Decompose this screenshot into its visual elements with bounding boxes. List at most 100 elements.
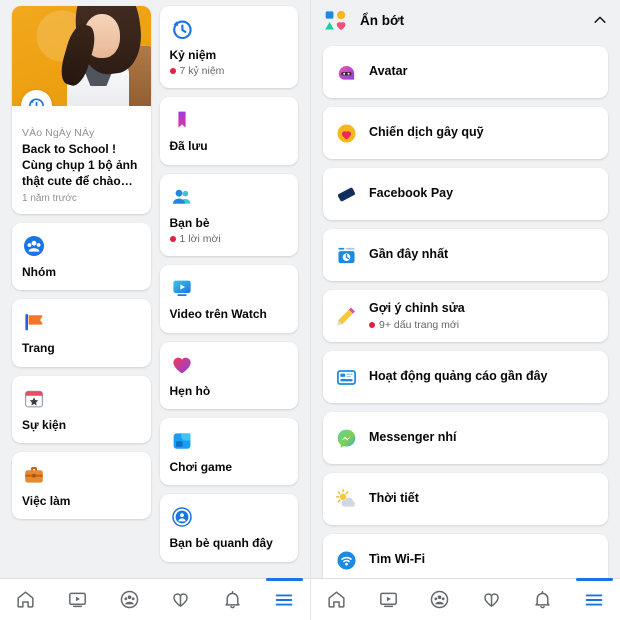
shortcuts-column-right: Kỷ niệm 7 kỷ niệm Đã lưu Bạn bè 1 lời mờ… (159, 6, 298, 562)
menu-screen-left: VÀo NgÀy NÀy Back to School ! Cùng chụp … (0, 0, 310, 620)
tab-notifications[interactable] (517, 579, 569, 620)
memory-photo (12, 6, 151, 106)
shortcut-label: Chơi game (169, 459, 233, 474)
list-item-texts: Chiến dịch gây quỹ (369, 125, 484, 141)
recent-ad-clock-icon (335, 244, 358, 267)
list-item-label: Gợi ý chỉnh sửa (369, 301, 465, 316)
bottom-tabbar-left (0, 578, 310, 620)
shortcut-tile-nearby-friends[interactable]: Bạn bè quanh đây (159, 494, 298, 562)
shortcut-tile-events[interactable]: Sự kiện (12, 375, 151, 444)
shortcut-tile-dating[interactable]: Hẹn hò (159, 341, 298, 409)
memory-kicker: VÀo NgÀy NÀy (22, 127, 95, 139)
menu-collapsible-rows: Xem thêm ? Trợ giúp & hỗ trợ (0, 574, 310, 578)
left-scroll-area[interactable]: VÀo NgÀy NÀy Back to School ! Cùng chụp … (0, 0, 310, 578)
sublabel-text: 9+ dấu trang mới (379, 318, 460, 331)
list-item-texts: Messenger nhí (369, 430, 457, 446)
saved-bookmark-icon (170, 108, 194, 132)
list-item-ad-activity[interactable]: Hoạt động quảng cáo gần đây (323, 351, 608, 403)
memories-clock-icon (170, 17, 194, 41)
dating-heart-icon (170, 353, 194, 377)
sublabel-text: 7 kỷ niệm (179, 65, 225, 78)
shortcut-tile-gaming[interactable]: Chơi game (159, 417, 298, 486)
shortcut-sublabel: 1 lời mời (169, 233, 289, 246)
tab-watch[interactable] (363, 579, 415, 620)
shortcut-tile-groups[interactable]: Nhóm (12, 222, 151, 291)
shortcut-label: Hẹn hò (169, 383, 211, 398)
edit-pencil-icon (335, 305, 358, 328)
shortcut-tile-watch[interactable]: Video trên Watch (159, 265, 298, 333)
list-item-texts: Gợi ý chỉnh sửa 9+ dấu trang mới (369, 301, 465, 331)
tab-notifications[interactable] (207, 579, 259, 620)
ad-activity-icon (335, 366, 358, 389)
shortcut-label: Việc làm (22, 494, 71, 509)
list-item-avatar[interactable]: Avatar (323, 46, 608, 98)
shortcut-label: Bạn bè (169, 215, 210, 230)
tab-home[interactable] (0, 579, 52, 620)
memory-card[interactable]: VÀo NgÀy NÀy Back to School ! Cùng chụp … (12, 6, 151, 214)
shortcut-sublabel: 7 kỷ niệm (169, 65, 289, 78)
chevron-up-icon[interactable] (593, 13, 607, 27)
list-item-label: Hoạt động quảng cáo gần đây (369, 369, 548, 384)
tab-dating[interactable] (155, 579, 207, 620)
shortcut-tile-memories[interactable]: Kỷ niệm 7 kỷ niệm (159, 6, 298, 89)
right-scroll-area[interactable]: Ẩn bớt Avatar Chiến dịch gây quỹ Faceboo… (311, 0, 620, 578)
section-header-hide[interactable]: Ẩn bớt (311, 0, 620, 40)
row-see-more[interactable]: Xem thêm (0, 574, 310, 578)
shortcuts-column-left: VÀo NgÀy NÀy Back to School ! Cùng chụp … (12, 6, 151, 520)
memory-title: Back to School ! Cùng chụp 1 bộ ảnh thật… (22, 142, 138, 188)
tab-watch[interactable] (52, 579, 104, 620)
pages-flag-icon (22, 310, 46, 334)
shortcut-label: Video trên Watch (169, 307, 267, 322)
shortcut-tile-jobs[interactable]: Việc làm (12, 452, 151, 520)
list-item-label: Facebook Pay (369, 186, 454, 201)
events-calendar-icon (22, 387, 46, 411)
memory-text-block: VÀo NgÀy NÀy Back to School ! Cùng chụp … (12, 106, 151, 214)
tab-groups[interactable] (103, 579, 155, 620)
menu-screen-right: Ẩn bớt Avatar Chiến dịch gây quỹ Faceboo… (310, 0, 620, 620)
list-item-texts: Tìm Wi-Fi (369, 552, 425, 568)
list-item-texts: Thời tiết (369, 491, 419, 507)
list-item-label: Tìm Wi-Fi (369, 552, 426, 567)
groups-icon (22, 234, 46, 258)
list-item-find-wifi[interactable]: Tìm Wi-Fi (323, 534, 608, 578)
dual-screenshot-container: VÀo NgÀy NÀy Back to School ! Cùng chụp … (0, 0, 620, 620)
tab-home[interactable] (311, 579, 363, 620)
shortcut-tile-friends[interactable]: Bạn bè 1 lời mời (159, 173, 298, 257)
shortcut-tile-pages[interactable]: Trang (12, 299, 151, 367)
list-item-edit-suggestions[interactable]: Gợi ý chỉnh sửa 9+ dấu trang mới (323, 290, 608, 342)
memories-clock-icon (21, 90, 52, 106)
list-item-messenger-kids[interactable]: Messenger nhí (323, 412, 608, 464)
friends-icon (170, 185, 194, 209)
jobs-briefcase-icon (22, 463, 46, 487)
shortcut-label: Trang (22, 341, 55, 356)
watch-video-icon (170, 276, 194, 300)
list-item-texts: Facebook Pay (369, 186, 453, 202)
hidden-shortcuts-list: Avatar Chiến dịch gây quỹ Facebook Pay G… (311, 40, 620, 578)
wifi-icon (335, 549, 358, 572)
shortcut-label: Bạn bè quanh đây (169, 536, 273, 551)
list-item-texts: Avatar (369, 64, 407, 80)
tab-menu[interactable] (258, 578, 310, 620)
list-item-recent[interactable]: Gần đây nhất (323, 229, 608, 281)
messenger-kids-icon (335, 427, 358, 450)
list-item-label: Gần đây nhất (369, 247, 449, 262)
list-item-label: Avatar (369, 64, 408, 79)
badge-dot (369, 321, 375, 328)
list-item-label: Thời tiết (369, 491, 419, 506)
sublabel-text: 1 lời mời (179, 233, 221, 246)
tab-dating[interactable] (466, 579, 518, 620)
shortcut-label: Nhóm (22, 264, 56, 279)
gaming-icon (170, 429, 194, 453)
tab-groups[interactable] (414, 579, 466, 620)
list-item-facebook-pay[interactable]: Facebook Pay (323, 168, 608, 220)
list-item-label: Chiến dịch gây quỹ (369, 125, 484, 140)
avatar-icon (335, 61, 358, 84)
shortcuts-grid: VÀo NgÀy NÀy Back to School ! Cùng chụp … (0, 0, 310, 562)
tab-menu[interactable] (569, 578, 620, 620)
list-item-weather[interactable]: Thời tiết (323, 473, 608, 525)
badge-dot (169, 68, 176, 75)
list-item-fundraiser[interactable]: Chiến dịch gây quỹ (323, 107, 608, 159)
nearby-friends-icon (170, 505, 194, 529)
shortcut-tile-saved[interactable]: Đã lưu (159, 97, 298, 165)
list-item-texts: Hoạt động quảng cáo gần đây (369, 369, 547, 385)
